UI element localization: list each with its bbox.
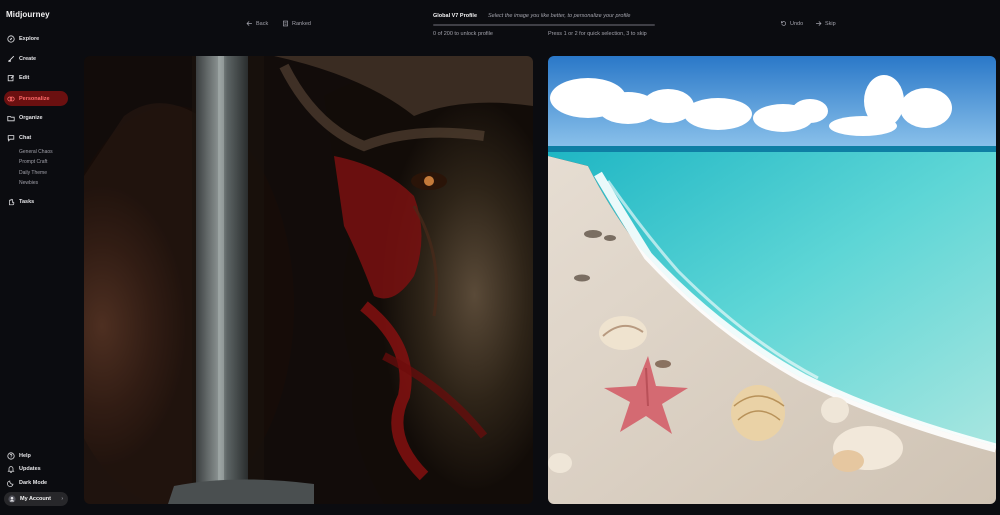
sidebar-item-chat[interactable]: Chat (4, 130, 68, 145)
skip-button[interactable]: Skip (815, 20, 836, 27)
sidebar: Midjourney Explore Create Edit Personali… (0, 0, 74, 515)
avatar (8, 495, 16, 503)
account-label: My Account (20, 496, 51, 502)
brush-icon (8, 55, 15, 62)
personalize-icon (7, 96, 15, 101)
profile-hint: Select the image you like better, to per… (488, 13, 631, 19)
ranked-button[interactable]: Ranked (282, 20, 311, 27)
chat-icon (7, 134, 15, 142)
tasks-icon (9, 198, 15, 205)
sidebar-item-label: Tasks (19, 198, 35, 205)
profile-progress-bar (433, 24, 655, 26)
undo-label: Undo (790, 20, 804, 27)
sidebar-item-label: Chat (19, 134, 32, 141)
edit-icon (7, 74, 15, 81)
progress-text: 0 of 200 to unlock profile (433, 31, 493, 37)
app-logo[interactable]: Midjourney (6, 10, 50, 19)
keyboard-hint: Press 1 or 2 for quick selection, 3 to s… (548, 31, 647, 37)
moon-icon (7, 480, 14, 487)
my-account-button[interactable]: My Account › (4, 492, 68, 506)
image-option-2[interactable] (548, 56, 996, 504)
help-icon (7, 451, 15, 460)
undo-icon (781, 21, 786, 26)
ranked-label: Ranked (292, 20, 311, 27)
arrow-right-icon (816, 21, 822, 26)
chat-room-general-chaos[interactable]: General Chaos (19, 149, 53, 155)
profile-title: Global V7 Profile (433, 13, 478, 19)
chat-room-newbies[interactable]: Newbies (19, 180, 38, 186)
sidebar-item-label: Explore (19, 35, 40, 42)
arrow-left-icon (246, 21, 252, 26)
sidebar-item-personalize[interactable]: Personalize (4, 91, 68, 106)
sidebar-item-explore[interactable]: Explore (4, 31, 68, 46)
sidebar-item-updates[interactable]: Updates (4, 461, 68, 476)
sidebar-item-label: Dark Mode (19, 479, 48, 486)
sidebar-item-dark-mode[interactable]: Dark Mode (4, 475, 68, 490)
list-icon (283, 20, 288, 27)
sidebar-item-label: Create (19, 55, 37, 62)
sidebar-item-label: Personalize (19, 95, 50, 102)
sidebar-item-label: Updates (19, 465, 41, 472)
undo-button[interactable]: Undo (780, 20, 803, 27)
sidebar-item-label: Organize (19, 114, 43, 121)
sidebar-item-label: Help (19, 452, 31, 459)
compass-icon (7, 34, 15, 43)
sidebar-item-create[interactable]: Create (4, 51, 68, 66)
chevron-right-icon: › (61, 496, 63, 502)
sidebar-item-label: Edit (19, 74, 30, 81)
sidebar-item-edit[interactable]: Edit (4, 70, 68, 85)
chat-room-prompt-craft[interactable]: Prompt Craft (19, 159, 47, 165)
sidebar-item-tasks[interactable]: Tasks (4, 194, 68, 209)
back-button[interactable]: Back (246, 20, 268, 27)
image-option-1[interactable] (84, 56, 533, 504)
skip-label: Skip (825, 20, 836, 27)
bell-icon (7, 465, 15, 473)
back-label: Back (256, 20, 269, 27)
warrior-portrait-image (84, 56, 533, 504)
folder-icon (7, 115, 15, 121)
beach-image (548, 56, 996, 504)
chat-room-daily-theme[interactable]: Daily Theme (19, 170, 47, 176)
sidebar-item-organize[interactable]: Organize (4, 110, 68, 125)
